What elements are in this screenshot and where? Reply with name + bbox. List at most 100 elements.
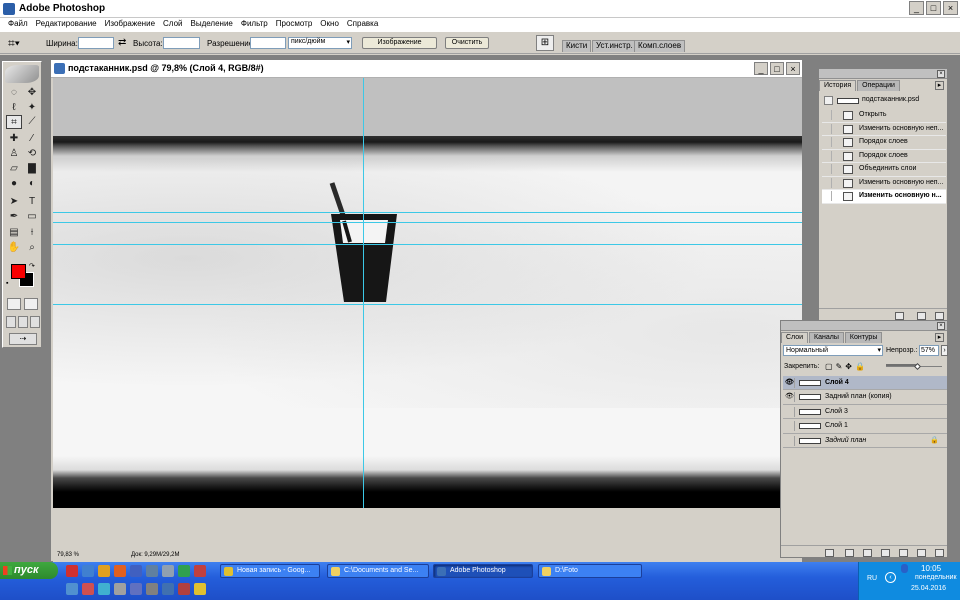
history-step[interactable]: Изменить основную неп...: [822, 123, 946, 136]
start-button[interactable]: пуск: [0, 562, 58, 579]
jump-to-imageready-button[interactable]: ⇢: [9, 333, 37, 345]
quick-mask-button[interactable]: [24, 298, 38, 310]
layer-row[interactable]: Слой 1: [783, 419, 947, 434]
minimize-button[interactable]: _: [909, 1, 924, 15]
folder-icon[interactable]: [130, 583, 142, 595]
history-brush-source-icon[interactable]: [823, 110, 832, 120]
tab-brushes[interactable]: Кисти: [562, 40, 592, 52]
menu-view[interactable]: Просмотр: [272, 18, 317, 32]
program-icon[interactable]: [178, 583, 190, 595]
tray-collapse-icon[interactable]: ‹: [885, 572, 896, 583]
clear-button[interactable]: Очистить: [445, 37, 489, 49]
marquee-tool-icon[interactable]: ◌: [6, 86, 22, 100]
screen-mode-full-button[interactable]: [30, 316, 40, 328]
layer-row[interactable]: Слой 3: [783, 404, 947, 420]
guide-horizontal-2[interactable]: [53, 222, 802, 223]
history-brush-source-icon[interactable]: [823, 191, 832, 201]
eye-icon[interactable]: 👁: [785, 378, 795, 388]
screen-mode-standard-button[interactable]: [6, 316, 16, 328]
menu-select[interactable]: Выделение: [186, 18, 236, 32]
history-snapshot[interactable]: подстаканник.psd: [822, 94, 946, 107]
resolution-input[interactable]: [250, 37, 286, 49]
history-brush-source-icon[interactable]: [823, 123, 832, 134]
menu-window[interactable]: Окно: [316, 18, 343, 32]
tab-layer-comps[interactable]: Комп.слоев: [634, 40, 686, 52]
ie-icon[interactable]: [66, 583, 78, 595]
tab-layers[interactable]: Слои: [781, 332, 809, 343]
opacity-input[interactable]: 57%: [919, 345, 939, 356]
zoom-level[interactable]: 79,83 %: [57, 552, 79, 558]
move-tool-icon[interactable]: ✥: [24, 86, 40, 100]
trash-icon[interactable]: [935, 312, 944, 320]
task-explorer-foto[interactable]: D:\Foto: [538, 564, 642, 578]
gradient-tool-icon[interactable]: ▇: [24, 162, 40, 176]
lock-pixels-icon[interactable]: ✎: [836, 362, 843, 371]
eye-hidden-box[interactable]: [785, 421, 795, 432]
brush-tool-icon[interactable]: ⁄: [24, 132, 40, 146]
zoom-tool-icon[interactable]: ⌕: [24, 241, 40, 255]
tab-paths[interactable]: Контуры: [844, 332, 883, 343]
browser-icon[interactable]: [98, 565, 110, 577]
shape-tool-icon[interactable]: ▭: [24, 210, 40, 224]
adjustment-layer-icon[interactable]: [881, 549, 890, 557]
eye-hidden-box[interactable]: [785, 435, 795, 446]
blur-tool-icon[interactable]: ●: [6, 177, 22, 191]
acrobat-icon[interactable]: [66, 565, 78, 577]
default-colors-icon[interactable]: ▪: [6, 280, 8, 287]
eraser-tool-icon[interactable]: ▱: [6, 162, 22, 176]
printer-icon[interactable]: [146, 583, 158, 595]
panel-menu-icon[interactable]: ▸: [935, 81, 944, 90]
swap-colors-icon[interactable]: ↷: [29, 262, 35, 270]
new-snapshot-icon[interactable]: [917, 312, 926, 320]
utility-icon[interactable]: [178, 565, 190, 577]
save-icon[interactable]: [130, 565, 142, 577]
bluetooth-icon[interactable]: [901, 564, 908, 573]
eye-icon[interactable]: 👁: [785, 392, 795, 403]
task-photoshop[interactable]: Adobe Photoshop: [433, 564, 533, 578]
lock-all-icon[interactable]: 🔒: [855, 362, 865, 371]
menu-layer[interactable]: Слой: [159, 18, 186, 32]
close-button[interactable]: ×: [943, 1, 958, 15]
task-chrome[interactable]: Новая запись - Goog...: [220, 564, 320, 578]
opera-icon[interactable]: [82, 583, 94, 595]
doc-maximize-button[interactable]: □: [770, 62, 784, 75]
width-input[interactable]: [78, 37, 114, 49]
layer-row[interactable]: Задний план 🔒: [783, 433, 947, 448]
panel-close-icon[interactable]: ×: [937, 70, 945, 78]
history-brush-source-icon[interactable]: [823, 150, 832, 161]
crop-tool-icon[interactable]: ⌗: [6, 115, 22, 129]
document-canvas[interactable]: [53, 78, 802, 508]
history-brush-source-icon[interactable]: [824, 96, 833, 105]
tool-icon[interactable]: [114, 583, 126, 595]
tab-actions[interactable]: Операции: [857, 80, 900, 91]
layer-row[interactable]: 👁 Слой 4: [783, 376, 947, 391]
magic-wand-tool-icon[interactable]: ✦: [24, 101, 40, 115]
path-selection-icon[interactable]: ➤: [6, 195, 22, 209]
computer-icon[interactable]: [162, 583, 174, 595]
history-brush-source-icon[interactable]: [823, 164, 832, 174]
history-brush-icon[interactable]: ⟲: [24, 147, 40, 161]
pen-tool-icon[interactable]: ✒: [6, 210, 22, 224]
notes-tool-icon[interactable]: ▤: [6, 226, 22, 240]
history-step[interactable]: Порядок слоев: [822, 136, 946, 150]
lasso-tool-icon[interactable]: ℓ: [6, 101, 22, 115]
palette-well-icon[interactable]: ⊞: [536, 35, 554, 51]
opacity-slider-toggle-icon[interactable]: ›: [941, 345, 948, 356]
firefox-icon[interactable]: [114, 565, 126, 577]
new-layer-icon[interactable]: [917, 549, 926, 557]
lock-position-icon[interactable]: ✥: [845, 362, 852, 371]
chrome-icon[interactable]: [194, 583, 206, 595]
menu-file[interactable]: Файл: [4, 18, 32, 32]
standard-mode-button[interactable]: [7, 298, 21, 310]
opacity-slider[interactable]: [886, 359, 942, 371]
tab-channels[interactable]: Каналы: [809, 332, 844, 343]
slice-tool-icon[interactable]: ⟋: [24, 115, 40, 129]
link-layers-icon[interactable]: [825, 549, 834, 557]
history-step[interactable]: Открыть: [822, 109, 946, 123]
layer-style-icon[interactable]: [845, 549, 854, 557]
healing-brush-icon[interactable]: ✚: [6, 132, 22, 146]
mail-icon[interactable]: [146, 565, 158, 577]
trash-icon[interactable]: [935, 549, 944, 557]
guide-vertical[interactable]: [363, 78, 364, 508]
clock-time[interactable]: 10:05: [921, 564, 941, 573]
